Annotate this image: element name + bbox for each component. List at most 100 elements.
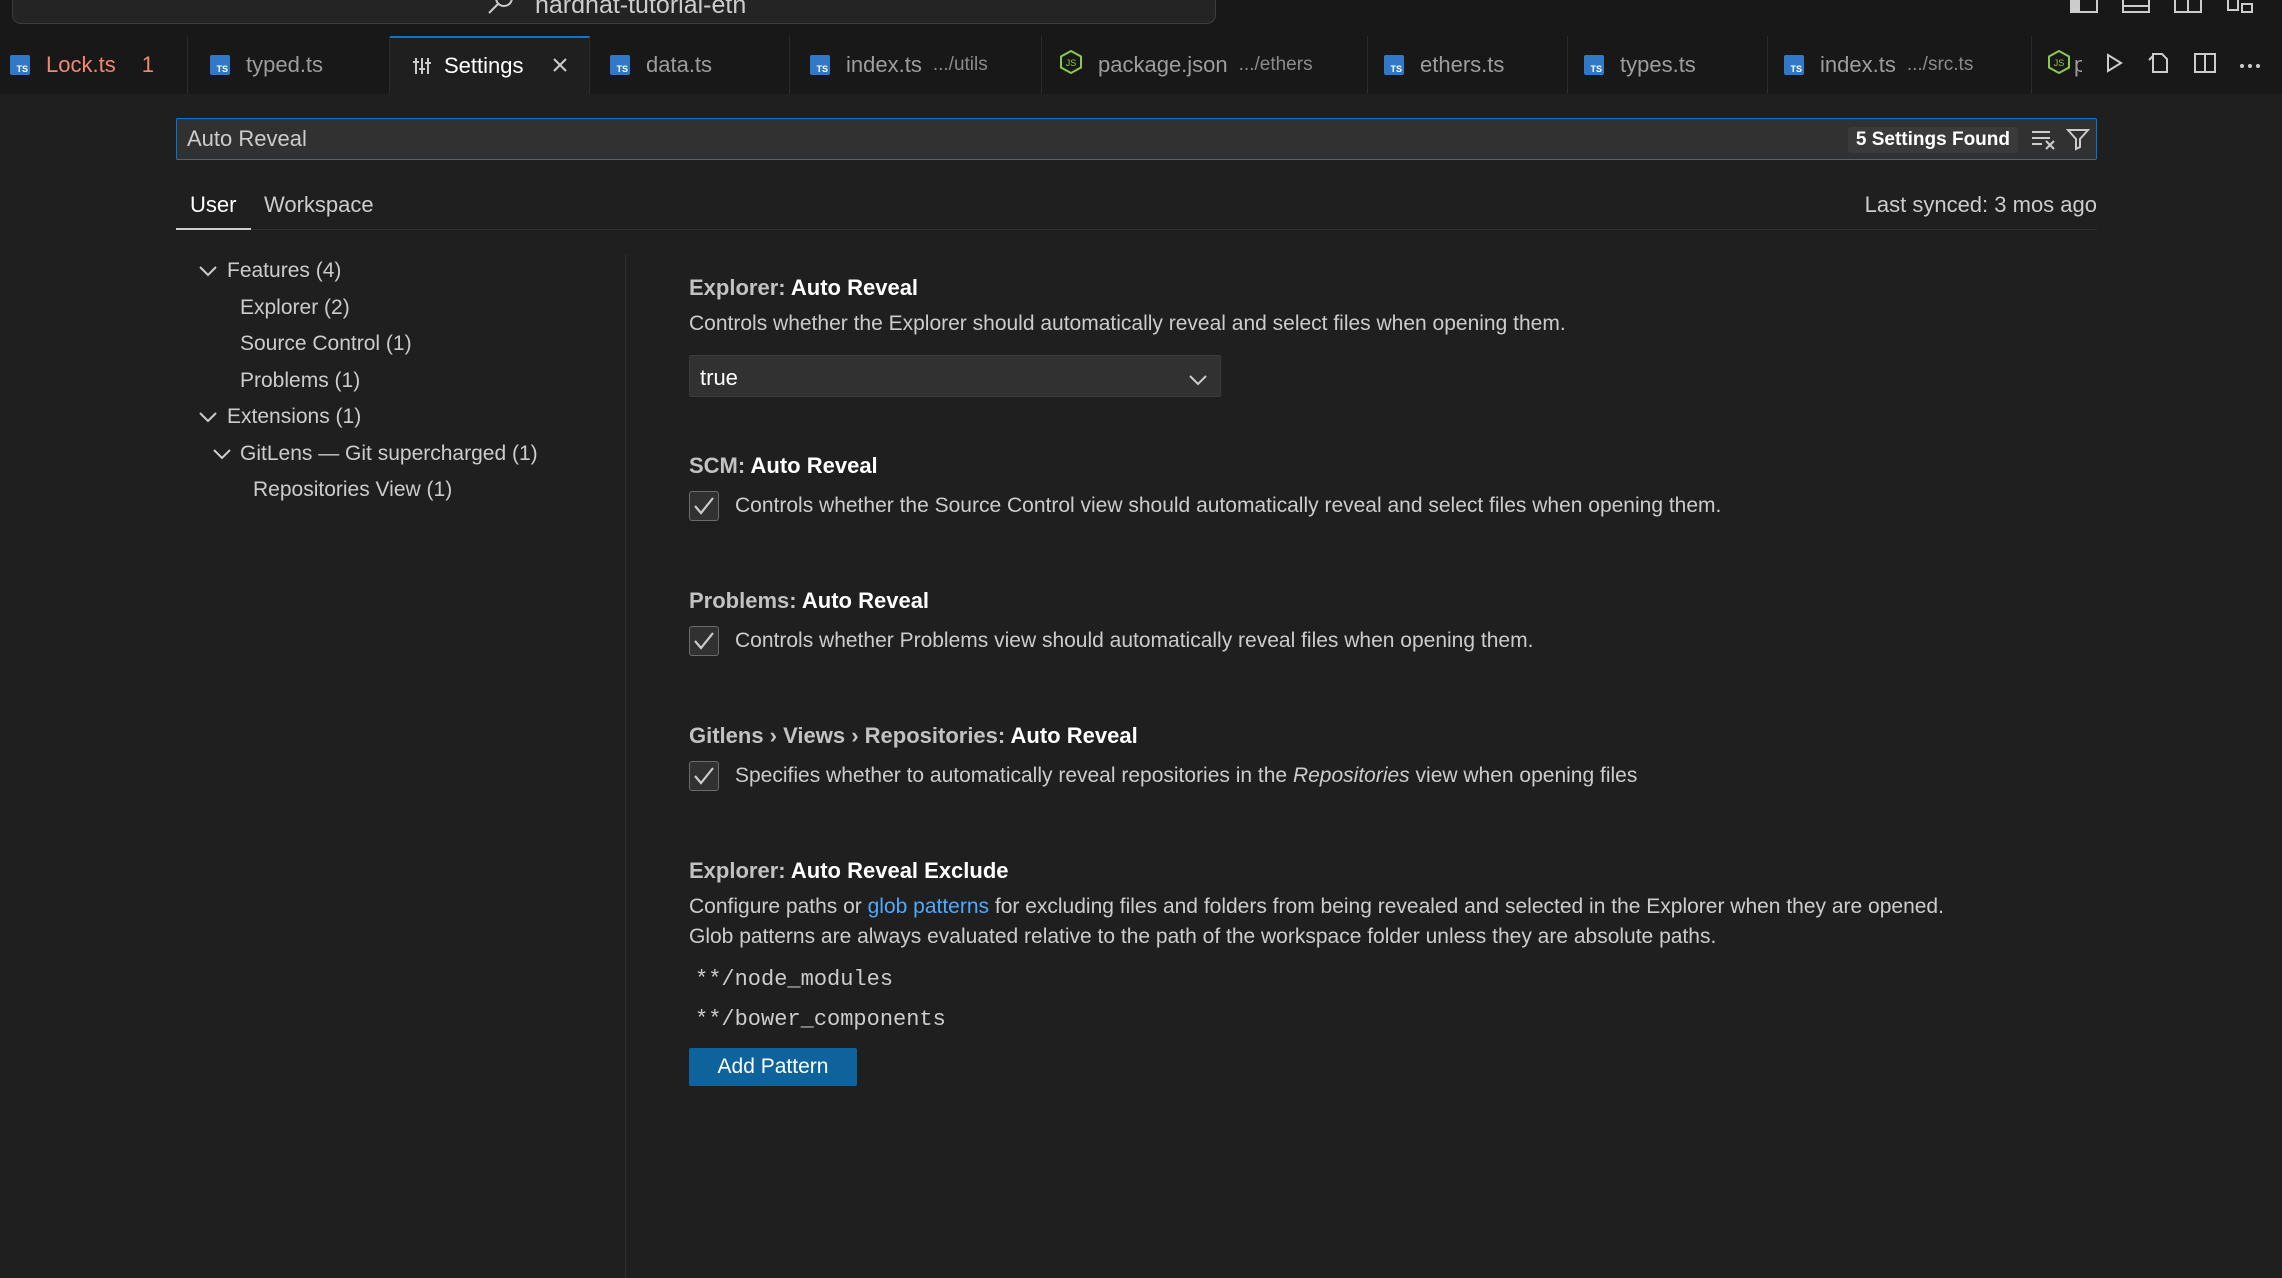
title-bar: hardhat-tutorial-eth [0,0,2282,36]
settings-search: 5 Settings Found [176,118,2097,160]
toc-item-repositories-view[interactable]: Repositories View (1) [253,478,452,502]
settings-search-input[interactable] [187,119,1787,159]
layout-controls [2070,0,2254,14]
setting-name: Auto Reveal [750,453,878,478]
tab-label: data.ts [646,52,713,77]
tab-label: index.ts [1820,52,1896,77]
setting-explorer-auto-reveal: Explorer: Auto Reveal Controls whether t… [689,275,2089,397]
toc-item-features[interactable]: Features (4) [227,259,341,283]
tab-data-ts[interactable]: TS data.ts [590,36,790,94]
tab-package-json[interactable]: JS package.json .../ethers [1042,36,1368,94]
setting-problems-auto-reveal: Problems: Auto Reveal Controls whether P… [689,588,2089,656]
setting-category: Problems: [689,588,802,613]
toc-item-source-control[interactable]: Source Control (1) [240,332,412,356]
typescript-icon: TS [210,55,230,75]
scm-auto-reveal-checkbox[interactable] [689,491,719,521]
tab-index-ts-src[interactable]: TS index.ts .../src.ts [1768,36,2032,94]
typescript-icon: TS [610,55,630,75]
description-text: Glob patterns are always evaluated relat… [689,925,1717,948]
setting-scm-auto-reveal: SCM: Auto Reveal Controls whether the So… [689,453,2089,521]
description-text: for excluding files and folders from bei… [989,895,1944,918]
typescript-icon: TS [1584,55,1604,75]
nodejs-icon: JS [2048,49,2070,80]
setting-title: Explorer: Auto Reveal [689,275,2089,301]
description-text: Configure paths or [689,895,868,918]
setting-title: Problems: Auto Reveal [689,588,2089,614]
setting-explorer-auto-reveal-exclude: Explorer: Auto Reveal Exclude Configure … [689,858,2089,1086]
active-tab-indicator [176,228,251,230]
setting-description: Controls whether the Explorer should aut… [689,312,1566,335]
open-settings-json-icon[interactable] [2147,51,2171,80]
nodejs-icon: JS [1060,49,1082,80]
tab-label: package.json [1098,52,1228,77]
tab-index-ts-utils[interactable]: TS index.ts .../utils [790,36,1042,94]
chevron-down-icon[interactable] [212,447,232,466]
pattern-list: **/node_modules **/bower_components [689,960,2089,1040]
tab-label: index.ts [846,52,922,77]
problems-auto-reveal-checkbox[interactable] [689,626,719,656]
search-icon [487,0,513,21]
checkmark-icon [694,497,714,515]
toc-divider [625,254,626,1278]
tab-lock-ts[interactable]: TS Lock.ts 1 [0,36,188,94]
tab-workspace[interactable]: Workspace [264,192,374,218]
svg-text:JS: JS [1066,58,1077,68]
toc-item-gitlens[interactable]: GitLens — Git supercharged (1) [240,442,538,466]
setting-description: Specifies whether to automatically revea… [735,761,1637,791]
chevron-down-icon [1188,367,1208,393]
last-synced-status: Last synced: 3 mos ago [1864,192,2097,217]
chevron-down-icon[interactable] [198,410,218,429]
tab-types-ts[interactable]: TS types.ts [1568,36,1768,94]
setting-name: Auto Reveal [790,275,919,300]
chevron-down-icon[interactable] [198,264,218,283]
description-text: view when opening files [1409,764,1638,787]
setting-title: Gitlens › Views › Repositories: Auto Rev… [689,723,2089,749]
command-center-text: hardhat-tutorial-eth [535,0,747,19]
typescript-icon: TS [10,55,30,75]
tab-settings[interactable]: Settings [390,36,590,94]
tab-label: Settings [444,53,524,78]
toc-item-problems[interactable]: Problems (1) [240,369,360,393]
settings-scope-tabs: User Workspace Last synced: 3 mos ago [176,180,2097,230]
explorer-auto-reveal-select[interactable]: true [689,355,1221,397]
split-editor-icon[interactable] [2193,52,2217,79]
toggle-primary-sidebar-icon[interactable] [2070,0,2098,14]
filter-icon[interactable] [2065,127,2091,156]
pattern-item[interactable]: **/bower_components [695,1000,2089,1040]
add-pattern-button[interactable]: Add Pattern [689,1048,857,1086]
pattern-item[interactable]: **/node_modules [695,960,2089,1000]
close-icon[interactable] [552,53,568,79]
toc-item-explorer[interactable]: Explorer (2) [240,296,350,320]
toggle-secondary-sidebar-icon[interactable] [2174,0,2202,14]
svg-text:JS: JS [2054,58,2065,68]
description-text: Specifies whether to automatically revea… [735,764,1293,787]
setting-gitlens-repositories-auto-reveal: Gitlens › Views › Repositories: Auto Rev… [689,723,2089,791]
more-actions-icon[interactable] [2239,56,2261,74]
typescript-icon: TS [810,55,830,75]
setting-description: Controls whether the Source Control view… [735,494,1722,517]
toc-item-extensions[interactable]: Extensions (1) [227,405,361,429]
setting-category: Gitlens › Views › Repositories: [689,723,1011,748]
tab-path: .../ethers [1238,54,1313,75]
tab-typed-ts[interactable]: TS typed.ts [188,36,390,94]
problem-count-badge: 1 [141,52,154,77]
tab-user[interactable]: User [190,192,236,218]
customize-layout-icon[interactable] [2226,0,2254,14]
setting-category: Explorer: [689,275,791,300]
toggle-panel-icon[interactable] [2122,0,2150,14]
settings-sliders-icon [412,57,432,75]
tab-path: .../src.ts [1906,54,1974,75]
tab-label: typed.ts [246,52,324,77]
command-center[interactable]: hardhat-tutorial-eth [12,0,1216,24]
gitlens-auto-reveal-checkbox[interactable] [689,761,719,791]
glob-patterns-link[interactable]: glob patterns [868,895,989,918]
run-icon[interactable] [2103,52,2125,79]
setting-category: Explorer: [689,858,791,883]
setting-description: Controls whether Problems view should au… [735,629,1534,652]
editor-tab-bar: TS Lock.ts 1 TS typed.ts Settings TS dat… [0,36,2282,94]
setting-name: Auto Reveal [1010,723,1138,748]
tab-ethers-ts[interactable]: TS ethers.ts [1368,36,1568,94]
clear-filter-icon[interactable] [2030,127,2056,156]
tab-label: types.ts [1620,52,1696,77]
description-emphasis: Repositories [1292,764,1410,787]
